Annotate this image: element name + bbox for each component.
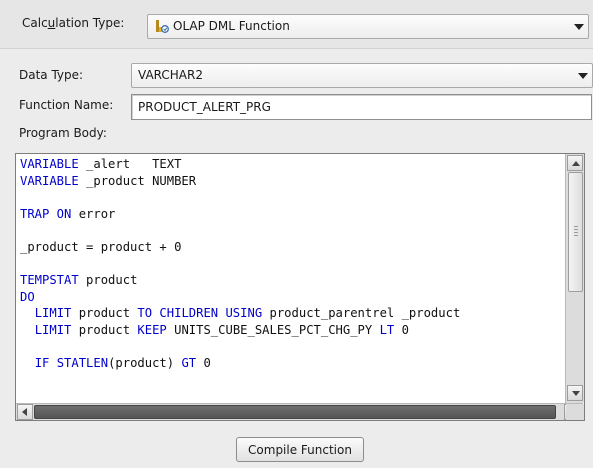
function-name-input[interactable]: PRODUCT_ALERT_PRG	[131, 94, 592, 120]
arrow-up-icon	[572, 161, 580, 166]
code-line: LIMIT product KEEP UNITS_CUBE_SALES_PCT_…	[20, 322, 560, 339]
code-keyword: VARIABLE	[20, 173, 79, 188]
code-text: UNITS_CUBE_SALES_PCT_CHG_PY	[166, 322, 380, 337]
scrollbar-corner	[566, 404, 584, 420]
code-line: IF STATLEN(product) GT 0	[20, 355, 560, 372]
code-text: 0	[394, 322, 409, 337]
data-type-select[interactable]: VARCHAR2	[131, 63, 593, 88]
code-text: 0	[196, 356, 211, 371]
code-text: _alert TEXT	[78, 157, 182, 171]
code-keyword: GT	[181, 356, 197, 371]
code-line: VARIABLE _alert TEXT	[20, 156, 560, 173]
code-keyword: VARIABLE	[20, 157, 79, 171]
scroll-left-button[interactable]	[17, 404, 33, 420]
data-type-label: Data Type:	[19, 68, 84, 82]
code-keyword: DO	[20, 289, 35, 304]
code-text: product	[71, 322, 138, 337]
horizontal-scroll-thumb[interactable]	[34, 405, 556, 419]
code-text: error	[71, 206, 116, 221]
program-body-editor[interactable]: VARIABLE _alert TEXT VARIABLE _product NU…	[15, 153, 585, 421]
code-text: _product NUMBER	[78, 173, 197, 188]
chevron-down-icon	[574, 23, 584, 30]
scroll-up-button[interactable]	[567, 155, 583, 171]
program-body-label: Program Body:	[19, 126, 107, 140]
code-text: product	[78, 273, 138, 288]
calculation-type-select[interactable]: OLAP DML Function	[147, 14, 589, 39]
vertical-scrollbar[interactable]	[565, 154, 584, 403]
horizontal-scrollbar[interactable]	[16, 403, 583, 420]
code-keyword: TEMPSTAT	[20, 273, 79, 288]
code-keyword: LIMIT	[34, 322, 72, 337]
vertical-scroll-thumb[interactable]	[568, 172, 583, 292]
code-text: (product)	[108, 356, 182, 371]
calculation-type-label: Calculation Type:	[22, 16, 125, 30]
arrow-left-icon	[22, 408, 27, 416]
code-line: TRAP ON error	[20, 206, 560, 223]
function-name-label: Function Name:	[19, 98, 114, 112]
code-line: VARIABLE _product NUMBER	[20, 173, 560, 190]
code-keyword: KEEP	[137, 322, 167, 337]
code-text: _product = product + 0	[20, 239, 182, 254]
code-keyword: LIMIT	[34, 306, 72, 321]
data-type-value: VARCHAR2	[138, 68, 203, 82]
code-keyword: IF STATLEN	[34, 356, 109, 371]
code-line: LIMIT product TO CHILDREN USING product_…	[20, 305, 560, 322]
calculation-type-value: OLAP DML Function	[173, 19, 290, 33]
function-name-value: PRODUCT_ALERT_PRG	[138, 100, 271, 114]
compile-function-button[interactable]: Compile Function	[236, 437, 364, 462]
code-keyword: LT	[379, 322, 395, 337]
code-keyword: TO CHILDREN USING	[137, 306, 263, 321]
arrow-down-icon	[572, 391, 580, 396]
code-text: product_parentrel _product	[262, 306, 461, 321]
code-line: DO	[20, 289, 560, 306]
code-keyword: TRAP ON	[20, 206, 72, 221]
scroll-down-button[interactable]	[567, 385, 583, 401]
olap-function-icon	[155, 19, 169, 34]
chevron-down-icon	[578, 72, 588, 79]
code-area[interactable]: VARIABLE _alert TEXT VARIABLE _product NU…	[20, 156, 560, 402]
code-line: TEMPSTAT product	[20, 272, 560, 289]
code-text: product	[71, 306, 138, 321]
code-line: _product = product + 0	[20, 239, 560, 256]
